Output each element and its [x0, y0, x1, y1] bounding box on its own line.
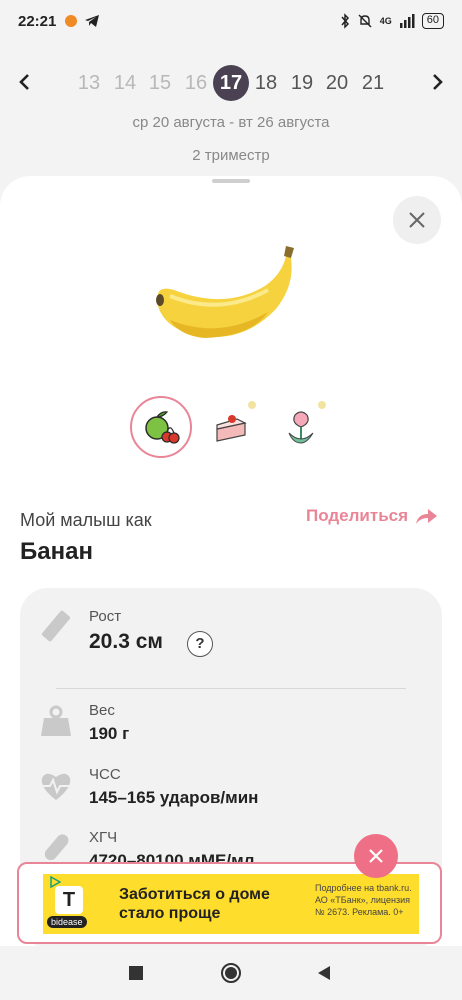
- weight-icon: [41, 705, 71, 736]
- height-help-button[interactable]: ?: [187, 631, 213, 657]
- category-sweets-button[interactable]: [200, 396, 262, 458]
- system-nav-bar: [0, 946, 462, 1000]
- flower-category-icon: [288, 411, 314, 444]
- status-system-icons: 4G 60: [340, 13, 444, 29]
- status-time: 22:21: [18, 12, 57, 30]
- close-sheet-button[interactable]: [393, 196, 441, 244]
- close-ad-button[interactable]: [354, 834, 398, 878]
- tbank-logo: Т: [55, 886, 83, 914]
- stat-value: 190 г: [89, 724, 130, 743]
- stat-label: Рост: [89, 608, 122, 625]
- comparison-sheet: Мой малыш как Банан Поделиться Рост 20.3…: [0, 176, 462, 948]
- share-label: Поделиться: [306, 506, 409, 525]
- ad-network-badge: bidease: [47, 916, 87, 928]
- ruler-icon: [41, 610, 71, 642]
- stat-value: 145–165 ударов/мин: [89, 788, 259, 807]
- week-item[interactable]: 16: [178, 65, 214, 101]
- chevron-left-icon: [19, 74, 29, 90]
- week-item-active[interactable]: 17: [213, 65, 249, 101]
- back-button[interactable]: [311, 960, 337, 986]
- category-fruits-button[interactable]: [130, 396, 192, 458]
- new-dot: [248, 401, 256, 409]
- category-flowers-button[interactable]: [270, 396, 332, 458]
- trimester-label: 2 триместр: [192, 147, 270, 164]
- prev-week-button[interactable]: [10, 68, 38, 96]
- week-item[interactable]: 18: [248, 65, 284, 101]
- heart-rate-icon: [41, 773, 71, 800]
- bluetooth-icon: [341, 13, 349, 29]
- status-bar: 22:21 4G 60: [0, 0, 462, 42]
- mute-icon: [358, 14, 372, 28]
- chevron-right-icon: [433, 74, 443, 90]
- status-notification-icons: [64, 14, 100, 28]
- close-icon: [369, 849, 383, 863]
- sheet-handle[interactable]: [212, 179, 250, 183]
- divider: [56, 688, 406, 689]
- close-icon: [409, 212, 425, 228]
- ad-disclaimer: Подробнее на tbank.ru. АО «ТБанк», лицен…: [315, 883, 412, 917]
- home-circle-icon: [221, 963, 241, 983]
- cake-category-icon: [216, 415, 247, 442]
- network-type: 4G: [379, 16, 392, 26]
- stat-label: ЧСС: [89, 766, 121, 783]
- recents-button[interactable]: [123, 960, 149, 986]
- comparison-category-selector: [0, 396, 462, 460]
- back-triangle-icon: [318, 966, 330, 980]
- test-tube-icon: [44, 834, 69, 861]
- week-item[interactable]: 20: [319, 65, 355, 101]
- new-dot: [318, 401, 326, 409]
- share-arrow-icon: [416, 509, 438, 524]
- banana-illustration: [156, 246, 294, 338]
- week-item[interactable]: 14: [107, 65, 143, 101]
- square-icon: [129, 966, 143, 980]
- signal-icon: [399, 14, 415, 28]
- ad-headline: Заботиться о доме стало проще: [119, 886, 270, 922]
- week-item[interactable]: 13: [71, 65, 107, 101]
- week-item[interactable]: 15: [142, 65, 178, 101]
- telegram-icon: [85, 15, 100, 27]
- fruit-category-icon: [145, 411, 180, 444]
- stat-value: 20.3 см: [89, 630, 163, 653]
- share-button[interactable]: Поделиться: [306, 506, 438, 526]
- week-item[interactable]: 19: [284, 65, 320, 101]
- battery-indicator: 60: [421, 13, 444, 29]
- date-range: ср 20 августа - вт 26 августа: [132, 114, 330, 131]
- fruit-name: Банан: [20, 538, 93, 565]
- week-navigator: 13 14 15 16 17 18 19 20 21: [0, 62, 462, 102]
- next-week-button[interactable]: [424, 68, 452, 96]
- stat-label: Вес: [89, 702, 115, 719]
- app-notification-icon: [65, 15, 78, 27]
- play-icon: [50, 876, 61, 888]
- home-button[interactable]: [218, 960, 244, 986]
- compare-label: Мой малыш как: [20, 510, 152, 530]
- ad-banner[interactable]: Т bidease Заботиться о доме стало проще …: [43, 874, 419, 934]
- week-item[interactable]: 21: [355, 65, 391, 101]
- stat-label: ХГЧ: [89, 829, 118, 846]
